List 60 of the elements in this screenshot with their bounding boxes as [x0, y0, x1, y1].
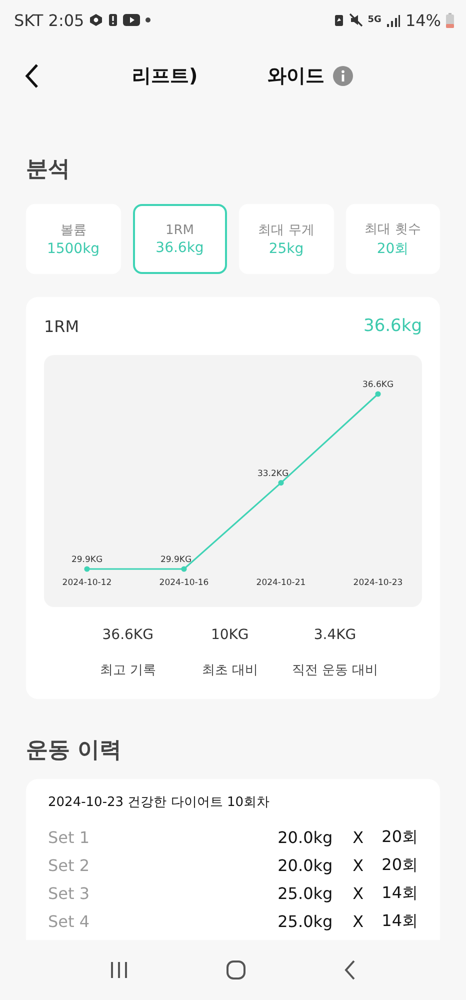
stat-label: 최초 대비	[202, 662, 258, 679]
stat-value: 3.4KG	[314, 627, 356, 643]
metric-tab[interactable]: 최대 무게 25kg	[239, 204, 334, 274]
home-icon[interactable]	[226, 960, 246, 980]
chart-value: 36.6kg	[364, 316, 422, 336]
set-label: Set 1	[48, 828, 90, 846]
chart-title: 1RM	[44, 316, 80, 336]
data-point	[375, 391, 381, 397]
times-sign: X	[352, 884, 364, 902]
page-title: 와이드	[268, 64, 325, 89]
set-weight: 20.0kg	[278, 856, 333, 874]
set-reps: 14회	[382, 910, 418, 932]
section-title: 운동 이력	[26, 737, 123, 765]
axis-label: 2024-10-12	[62, 578, 112, 588]
battery-percent: 14%	[405, 10, 441, 30]
signal-icon	[386, 14, 400, 26]
metric-tab[interactable]: 최대 횟수 20회	[346, 204, 440, 274]
session-heading: 2024-10-23 건강한 다이어트 10회차	[48, 794, 270, 811]
times-sign: X	[352, 828, 364, 846]
data-label: 29.9KG	[160, 555, 192, 565]
data-point	[84, 566, 90, 572]
recent-apps-icon[interactable]	[108, 961, 129, 979]
data-point	[181, 566, 187, 572]
set-weight: 25.0kg	[278, 884, 333, 902]
metric-tab[interactable]: 1RM 36.6kg	[132, 204, 227, 274]
set-weight: 20.0kg	[278, 828, 333, 846]
mute-icon	[348, 13, 363, 27]
set-reps: 14회	[382, 882, 418, 904]
axis-label: 2024-10-16	[159, 578, 209, 588]
section-title: 분석	[26, 156, 71, 184]
battery-icon	[446, 12, 454, 28]
times-sign: X	[352, 856, 364, 874]
status-time: SKT 2:05	[14, 10, 84, 30]
stat-label: 최고 기록	[100, 662, 156, 679]
set-label: Set 4	[48, 912, 90, 930]
app-notification-icon	[89, 13, 104, 27]
set-reps: 20회	[382, 826, 418, 848]
page-title: 리프트)	[132, 64, 198, 89]
alert-notification-icon	[108, 13, 118, 27]
data-label: 36.6KG	[362, 380, 394, 390]
battery-saver-icon	[334, 13, 344, 27]
set-label: Set 2	[48, 856, 90, 874]
set-label: Set 3	[48, 884, 90, 902]
back-nav-icon[interactable]	[343, 960, 358, 980]
data-point	[278, 480, 284, 486]
stat-value: 36.6KG	[102, 627, 154, 643]
data-label: 33.2KG	[257, 468, 289, 479]
stat-label: 직전 운동 대비	[292, 662, 378, 679]
axis-label: 2024-10-21	[256, 578, 306, 588]
video-notification-icon	[123, 14, 140, 26]
stat-value: 10KG	[210, 627, 249, 643]
metric-tab[interactable]: 볼륨 1500kg	[26, 204, 120, 274]
data-label: 29.9KG	[71, 555, 103, 565]
network-type-label: 5G	[368, 15, 382, 25]
times-sign: X	[352, 912, 364, 930]
set-weight: 25.0kg	[278, 912, 333, 930]
info-icon[interactable]	[332, 66, 353, 86]
axis-label: 2024-10-23	[353, 578, 403, 588]
set-reps: 20회	[382, 854, 418, 876]
more-dot-icon	[145, 17, 152, 23]
